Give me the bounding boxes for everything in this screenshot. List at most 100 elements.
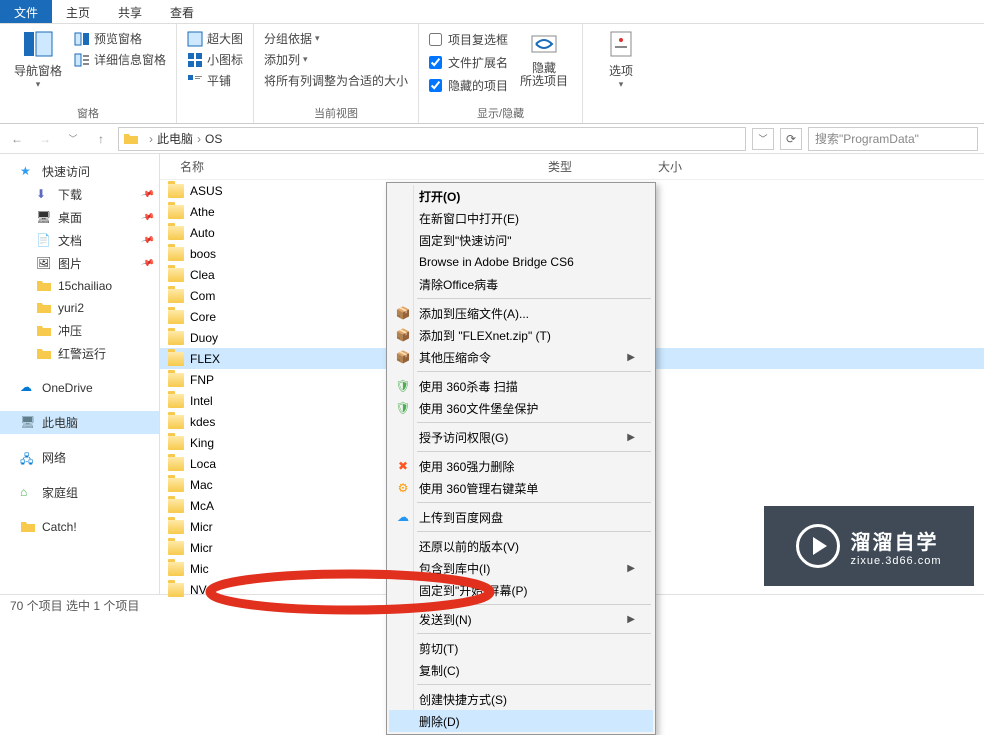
options-button[interactable]: 选项 ▾ (593, 28, 649, 90)
layout-extra-large[interactable]: 超大图 (187, 28, 243, 49)
ctx-baidu-upload[interactable]: ☁上传到百度网盘 (389, 506, 653, 528)
ctx-create-shortcut[interactable]: 创建快捷方式(S) (389, 688, 653, 710)
ctx-copy[interactable]: 复制(C) (389, 659, 653, 681)
sidebar-folder-2[interactable]: yuri2 (0, 297, 159, 319)
sidebar-quick-access[interactable]: ★快速访问 (0, 160, 159, 183)
group-by-button[interactable]: 分组依据 ▾ (264, 28, 408, 49)
sidebar-catch[interactable]: Catch! (0, 516, 159, 538)
baidu-icon: ☁ (394, 508, 412, 526)
header-date[interactable] (375, 158, 540, 175)
add-column-button[interactable]: 添加列 ▾ (264, 49, 408, 70)
ctx-360-protect[interactable]: 🛡使用 360文件堡垒保护 (389, 397, 653, 419)
up-button[interactable]: ↑ (90, 128, 112, 150)
size-columns-button[interactable]: 将所有列调整为合适的大小 (264, 70, 408, 91)
ctx-force-delete[interactable]: ✖使用 360强力删除 (389, 455, 653, 477)
ctx-add-zip[interactable]: 📦添加到 "FLEXnet.zip" (T) (389, 324, 653, 346)
hidden-items-checkbox[interactable] (429, 79, 442, 92)
preview-pane-button[interactable]: 预览窗格 (74, 28, 166, 49)
file-name: King (190, 436, 380, 450)
folder-icon (168, 562, 184, 576)
ctx-open[interactable]: 打开(O) (389, 185, 653, 207)
breadcrumb-drive[interactable]: OS (205, 132, 222, 146)
ctx-pin-start[interactable]: 固定到"开始"屏幕(P) (389, 579, 653, 601)
sidebar-folder-4[interactable]: 红警运行 (0, 342, 159, 365)
hidden-items-toggle[interactable]: 隐藏的项目 (429, 74, 508, 97)
sidebar-folder-3[interactable]: 冲压 (0, 319, 159, 342)
layout-small-icons[interactable]: 小图标 (187, 49, 243, 70)
ctx-grant-access[interactable]: 授予访问权限(G)▶ (389, 426, 653, 448)
ctx-bridge[interactable]: Browse in Adobe Bridge CS6 (389, 251, 653, 273)
file-name: Clea (190, 268, 380, 282)
header-type[interactable]: 类型 (540, 158, 650, 175)
folder-icon (168, 310, 184, 324)
layout-tiles[interactable]: 平铺 (187, 70, 243, 91)
file-name: Athe (190, 205, 380, 219)
detail-pane-button[interactable]: 详细信息窗格 (74, 49, 166, 70)
sidebar-homegroup[interactable]: ⌂家庭组 (0, 481, 159, 504)
header-size[interactable]: 大小 (650, 158, 730, 175)
ctx-manage-menu[interactable]: ⚙使用 360管理右键菜单 (389, 477, 653, 499)
refresh-button[interactable]: ﹀ (752, 128, 774, 150)
folder-icon (168, 478, 184, 492)
folder-icon (168, 268, 184, 282)
sidebar-onedrive[interactable]: ☁OneDrive (0, 377, 159, 399)
ctx-other-compress[interactable]: 📦其他压缩命令▶ (389, 346, 653, 368)
item-checkboxes-checkbox[interactable] (429, 33, 442, 46)
desktop-icon: 🖥 (36, 210, 52, 226)
ctx-cut[interactable]: 剪切(T) (389, 637, 653, 659)
file-name: Mic (190, 562, 380, 576)
folder-icon (36, 323, 52, 339)
archive-icon: 📦 (394, 304, 412, 322)
breadcrumb[interactable]: › 此电脑 › OS (118, 127, 746, 151)
item-checkboxes-toggle[interactable]: 项目复选框 (429, 28, 508, 51)
folder-icon (36, 300, 52, 316)
sidebar-this-pc[interactable]: 🖥此电脑 (0, 411, 159, 434)
sidebar-documents[interactable]: 📄文档 (0, 229, 159, 252)
sidebar-network[interactable]: 🖧网络 (0, 446, 159, 469)
ctx-360-scan[interactable]: 🛡使用 360杀毒 扫描 (389, 375, 653, 397)
breadcrumb-pc[interactable]: 此电脑 (157, 130, 193, 147)
nav-pane-button[interactable]: 导航窗格 ▾ (10, 28, 66, 90)
forward-button[interactable]: → (34, 128, 56, 150)
folder-icon (168, 415, 184, 429)
file-name: FNP (190, 373, 380, 387)
folder-icon (168, 436, 184, 450)
watermark-title: 溜溜自学 (850, 526, 941, 555)
ribbon-tabs: 文件 主页 共享 查看 (0, 0, 984, 24)
ctx-pin-quick[interactable]: 固定到"快速访问" (389, 229, 653, 251)
tab-share[interactable]: 共享 (104, 0, 156, 23)
sidebar-desktop[interactable]: 🖥桌面 (0, 206, 159, 229)
sidebar-pictures[interactable]: 🖼图片 (0, 252, 159, 275)
ctx-delete[interactable]: 删除(D) (389, 710, 653, 732)
folder-icon (168, 457, 184, 471)
sidebar-folder-1[interactable]: 15chailiao (0, 275, 159, 297)
folder-icon (36, 346, 52, 362)
panes-group-label: 窗格 (10, 103, 166, 121)
folder-icon (168, 352, 184, 366)
ctx-clear-office[interactable]: 清除Office病毒 (389, 273, 653, 295)
tab-view[interactable]: 查看 (156, 0, 208, 23)
file-ext-checkbox[interactable] (429, 56, 442, 69)
ctx-send-to[interactable]: 发送到(N)▶ (389, 608, 653, 630)
ctx-restore-version[interactable]: 还原以前的版本(V) (389, 535, 653, 557)
sidebar-downloads[interactable]: ⬇下载 (0, 183, 159, 206)
ctx-add-archive[interactable]: 📦添加到压缩文件(A)... (389, 302, 653, 324)
folder-icon (168, 226, 184, 240)
tab-file[interactable]: 文件 (0, 0, 52, 23)
submenu-arrow-icon: ▶ (627, 563, 635, 574)
status-text: 70 个项目 选中 1 个项目 (10, 597, 139, 614)
homegroup-icon: ⌂ (20, 485, 36, 501)
back-button[interactable]: ← (6, 128, 28, 150)
ctx-open-new-window[interactable]: 在新窗口中打开(E) (389, 207, 653, 229)
refresh-icon[interactable]: ⟳ (780, 128, 802, 150)
search-input[interactable]: 搜索"ProgramData" (808, 127, 978, 151)
file-name: McA (190, 499, 380, 513)
tab-home[interactable]: 主页 (52, 0, 104, 23)
ctx-include-library[interactable]: 包含到库中(I)▶ (389, 557, 653, 579)
hide-selected-button[interactable]: 隐藏 所选项目 (516, 28, 572, 88)
header-name[interactable]: 名称 (160, 158, 375, 175)
file-ext-toggle[interactable]: 文件扩展名 (429, 51, 508, 74)
recent-dropdown[interactable]: ﹀ (62, 128, 84, 150)
watermark-url: zixue.3d66.com (850, 555, 941, 567)
file-name: Intel (190, 394, 380, 408)
